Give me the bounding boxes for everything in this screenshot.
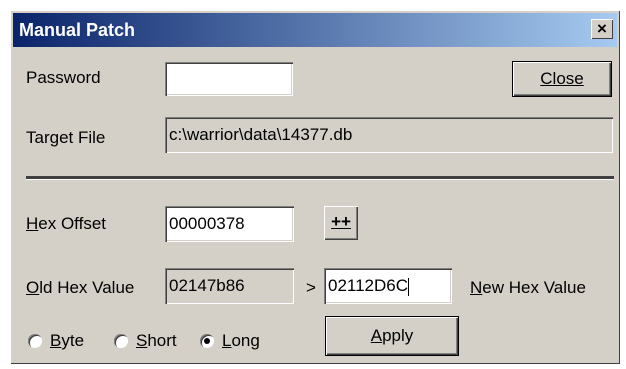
short-radio[interactable] (114, 334, 128, 348)
short-radio-label[interactable]: Short (136, 331, 177, 351)
new-hex-value-input[interactable]: 02112D6C (324, 268, 452, 304)
old-hex-value-label: Old Hex Value (26, 278, 135, 297)
new-hex-value-label: New Hex Value (470, 278, 586, 297)
long-radio[interactable] (200, 334, 214, 348)
increment-offset-button[interactable]: ++ (324, 206, 358, 240)
close-button[interactable]: Close (512, 61, 612, 97)
apply-button[interactable]: Apply (325, 316, 459, 356)
close-button-label: Close (540, 69, 584, 88)
password-input[interactable] (165, 62, 293, 96)
target-file-field: c:\warrior\data\14377.db (165, 117, 613, 153)
target-file-label: Target File (26, 128, 106, 147)
separator (26, 176, 614, 180)
increment-button-label: ++ (331, 212, 351, 231)
hex-offset-input[interactable]: 00000378 (165, 206, 294, 242)
byte-radio-label[interactable]: Byte (50, 331, 84, 351)
apply-button-label: Apply (370, 326, 414, 345)
window-title: Manual Patch (19, 20, 136, 40)
old-hex-value-field: 02147b86 (165, 268, 294, 304)
title-bar: Manual Patch × (13, 13, 617, 47)
password-label: Password (26, 68, 101, 87)
byte-radio[interactable] (28, 334, 42, 348)
close-window-button[interactable]: × (591, 19, 613, 39)
hex-offset-label: Hex Offset (26, 214, 106, 233)
manual-patch-dialog: Manual Patch × Password Close Target Fil… (10, 10, 620, 364)
long-radio-label[interactable]: Long (222, 331, 260, 351)
arrow-indicator: > (306, 278, 316, 297)
